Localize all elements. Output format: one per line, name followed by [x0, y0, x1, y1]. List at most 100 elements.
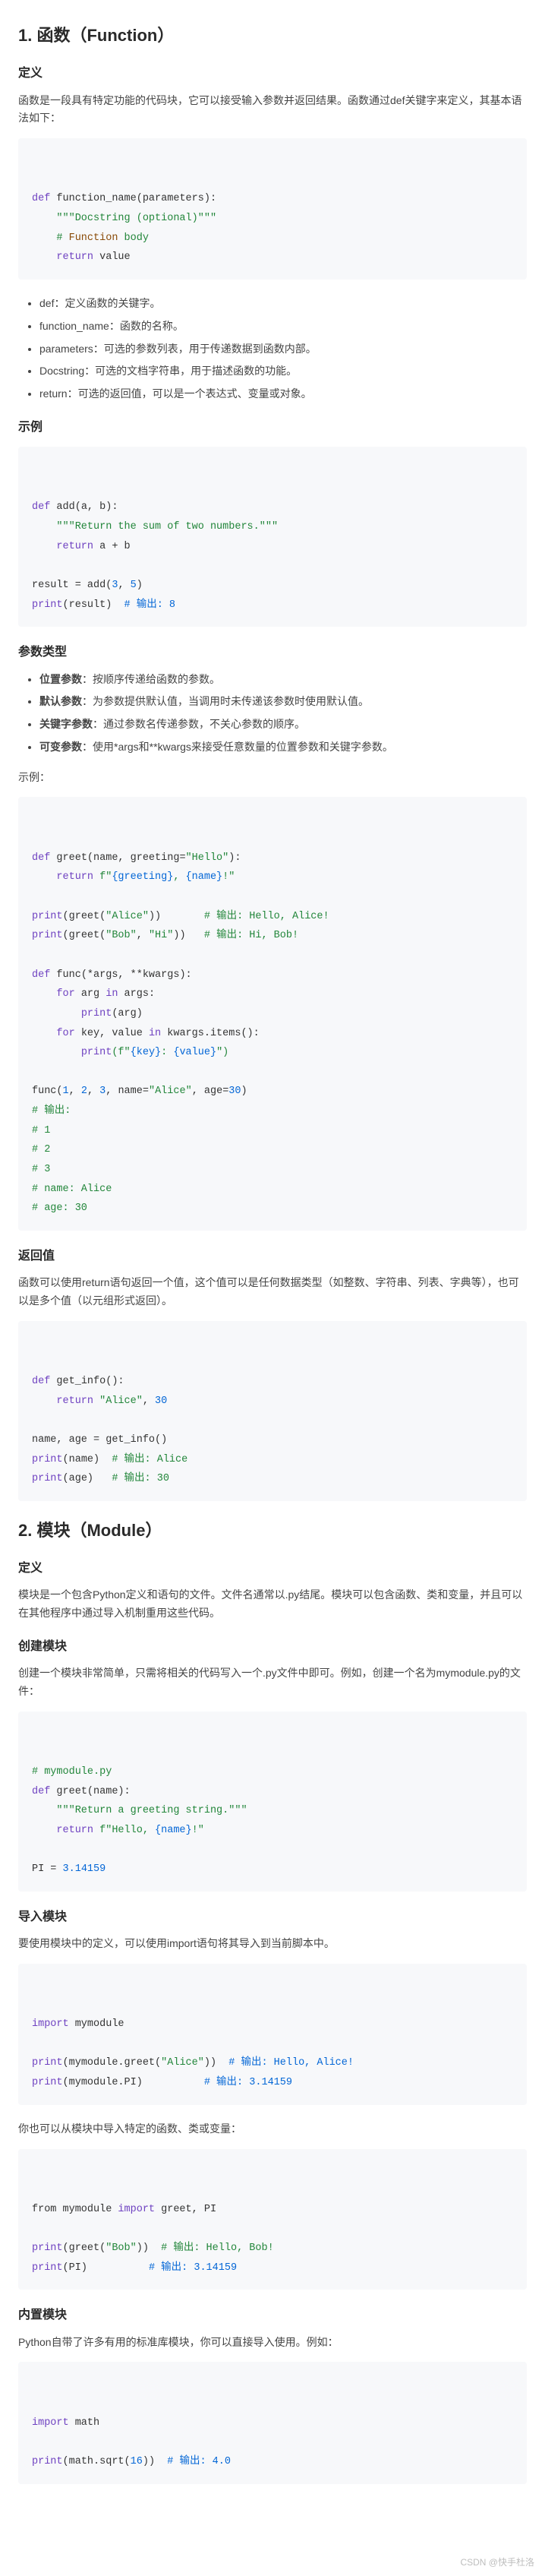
code-block-7: from mymodule import greet, PI print(gre… [18, 2149, 527, 2290]
list-text: ：按顺序传递给函数的参数。 [82, 673, 220, 685]
code-token: (PI) [63, 2262, 149, 2274]
import-specific-paragraph: 你也可以从模块中导入特定的函数、类或变量： [18, 2120, 527, 2138]
copy-icon[interactable] [502, 2369, 518, 2385]
code-token: print [32, 1473, 63, 1484]
code-token: "Alice" [99, 1395, 143, 1407]
code-token: , [137, 930, 149, 941]
code-token: add(a, b): [50, 501, 118, 513]
code-token: # 输出: Alice [112, 1454, 187, 1465]
copy-icon[interactable] [502, 2157, 518, 2172]
code-token: # 输出: Hello, Bob! [161, 2243, 274, 2254]
code-token: 1 [63, 1086, 69, 1097]
code-token: print [32, 2243, 63, 2254]
code-token: return [56, 1825, 93, 1836]
code-token: in [106, 988, 118, 1000]
code-token: value [93, 251, 131, 263]
list-item: 默认参数：为参数提供默认值，当调用时未传递该参数时使用默认值。 [39, 693, 527, 711]
code-token: (age) [63, 1473, 112, 1484]
code-block-8: import math print(math.sqrt(16)) # 输出: 4… [18, 2362, 527, 2483]
module-def-heading: 定义 [18, 1558, 527, 1579]
code-token: for [56, 988, 74, 1000]
code-token: return [56, 251, 93, 263]
code-token: (result) [63, 599, 124, 611]
bold-term: 关键字参数 [39, 718, 93, 730]
code-token: "Bob" [106, 2243, 137, 2254]
copy-icon[interactable] [502, 1971, 518, 1987]
section-1-title: 1. 函数（Function） [18, 21, 527, 49]
list-item: Docstring：可选的文档字符串，用于描述函数的功能。 [39, 362, 527, 381]
copy-icon[interactable] [502, 804, 518, 820]
code-token: print [32, 2456, 63, 2467]
copy-icon[interactable] [502, 1719, 518, 1734]
code-token: # age: 30 [32, 1203, 87, 1214]
copy-icon[interactable] [502, 146, 518, 161]
list-item: return：可选的返回值，可以是一个表达式、变量或对象。 [39, 385, 527, 403]
code-token: import [32, 2018, 69, 2030]
list-text: ：使用*args和**kwargs来接受任意数量的位置参数和关键字参数。 [82, 741, 393, 753]
return-paragraph: 函数可以使用return语句返回一个值，这个值可以是任何数据类型（如整数、字符串… [18, 1274, 527, 1310]
code-token: print [32, 2077, 63, 2088]
code-token: def [32, 852, 50, 864]
code-token: print [32, 2057, 63, 2069]
code-token: !" [192, 1825, 204, 1836]
code-token: # mymodule.py [32, 1766, 112, 1778]
copy-icon[interactable] [502, 1329, 518, 1344]
list-text: ：通过参数名传递参数，不关心参数的顺序。 [93, 718, 305, 730]
code-token: , [87, 1086, 99, 1097]
example-label: 示例： [18, 769, 527, 787]
code-token: "Hello" [186, 852, 229, 864]
copy-icon[interactable] [502, 454, 518, 469]
list-text: ：为参数提供默认值，当调用时未传递该参数时使用默认值。 [82, 695, 369, 707]
code-token: def [32, 969, 50, 981]
code-token: # 输出: Hello, Alice! [204, 911, 329, 922]
code-token: )) [137, 2243, 161, 2254]
code-token: def [32, 1376, 50, 1387]
list-item: 关键字参数：通过参数名传递参数，不关心参数的顺序。 [39, 716, 527, 734]
code-token: (greet( [63, 2243, 106, 2254]
code-token: 3.14159 [63, 1863, 106, 1875]
code-token: "Hi" [149, 930, 173, 941]
code-token: : [161, 1047, 173, 1058]
code-block-6: import mymodule print(mymodule.greet("Al… [18, 1964, 527, 2105]
code-token: , age= [192, 1086, 229, 1097]
code-token: {greeting} [112, 871, 173, 883]
code-token: {value} [173, 1047, 216, 1058]
code-token: key, value [75, 1028, 149, 1039]
builtin-module-paragraph: Python自带了许多有用的标准库模块，你可以直接导入使用。例如： [18, 2334, 527, 2352]
code-block-3: def greet(name, greeting="Hello"): retur… [18, 797, 527, 1230]
code-token: , [118, 580, 130, 591]
code-token: print [32, 2262, 63, 2274]
code-token: greet(name, greeting= [50, 852, 185, 864]
code-token: {name} [186, 871, 223, 883]
code-token: print [81, 1008, 112, 1019]
code-token: # 输出: 4.0 [167, 2456, 231, 2467]
code-token: !" [222, 871, 235, 883]
code-token: ") [216, 1047, 228, 1058]
code-token: in [149, 1028, 161, 1039]
code-token: )) [204, 2057, 228, 2069]
code-token: , [69, 1086, 81, 1097]
code-token: # 输出: 3.14159 [149, 2262, 237, 2274]
code-token: 5 [131, 580, 137, 591]
code-token: print [32, 1454, 63, 1465]
code-token: # 1 [32, 1125, 50, 1136]
code-token: return [56, 871, 93, 883]
code-token: # 输出: Hello, Alice! [228, 2057, 354, 2069]
definition-paragraph: 函数是一段具有特定功能的代码块，它可以接受输入参数并返回结果。函数通过def关键… [18, 92, 527, 128]
code-token: , [173, 871, 185, 883]
import-module-heading: 导入模块 [18, 1907, 527, 1927]
param-type-heading: 参数类型 [18, 642, 527, 662]
code-token: {key} [131, 1047, 162, 1058]
code-token: # [56, 232, 68, 244]
code-token: print [32, 930, 63, 941]
code-token: name, age = get_info() [32, 1434, 167, 1446]
bold-term: 位置参数 [39, 673, 82, 685]
code-token: 2 [81, 1086, 87, 1097]
builtin-module-heading: 内置模块 [18, 2305, 527, 2325]
code-token: a + b [93, 541, 131, 552]
code-token: greet(name): [50, 1786, 130, 1797]
code-block-4: def get_info(): return "Alice", 30 name,… [18, 1321, 527, 1501]
return-heading: 返回值 [18, 1246, 527, 1266]
code-token: , name= [106, 1086, 149, 1097]
code-token: return [56, 1395, 93, 1407]
